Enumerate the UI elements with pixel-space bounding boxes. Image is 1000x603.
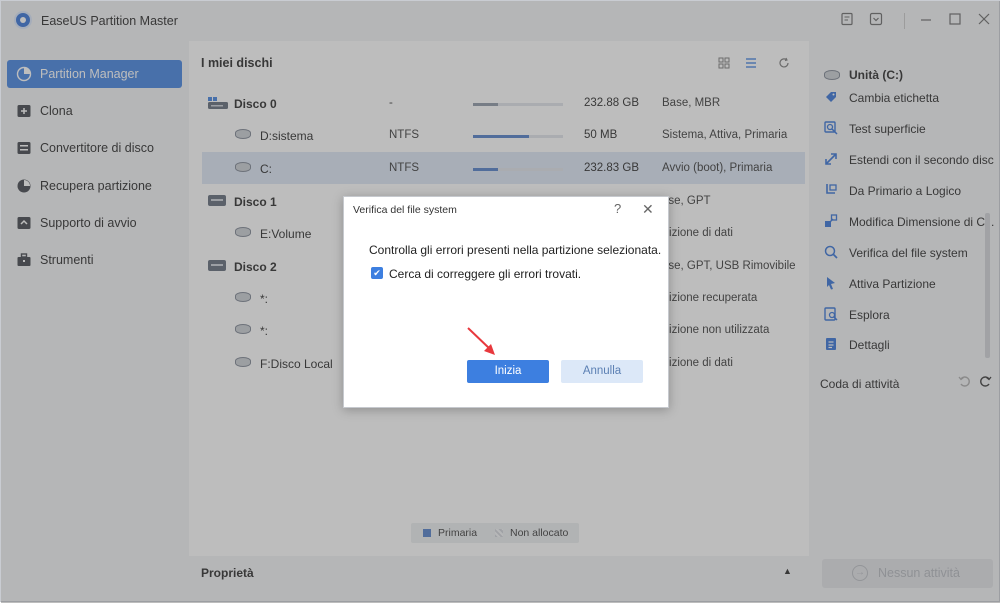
cancel-button[interactable]: Annulla	[561, 360, 643, 383]
dialog-close-icon[interactable]: ✕	[642, 201, 654, 218]
pointer-arrow-icon	[467, 327, 495, 355]
dialog-title: Verifica del file system	[353, 204, 457, 216]
dialog-message: Controlla gli errori presenti nella part…	[369, 243, 662, 257]
start-button[interactable]: Inizia	[467, 360, 549, 383]
help-icon[interactable]: ?	[614, 201, 621, 216]
fix-errors-checkbox[interactable]: ✔	[371, 267, 383, 279]
app-window: EaseUS Partition Master Partition Manage…	[0, 0, 1000, 603]
check-filesystem-dialog: Verifica del file system ? ✕ Controlla g…	[343, 196, 669, 408]
fix-errors-label[interactable]: Cerca di correggere gli errori trovati.	[389, 267, 581, 281]
